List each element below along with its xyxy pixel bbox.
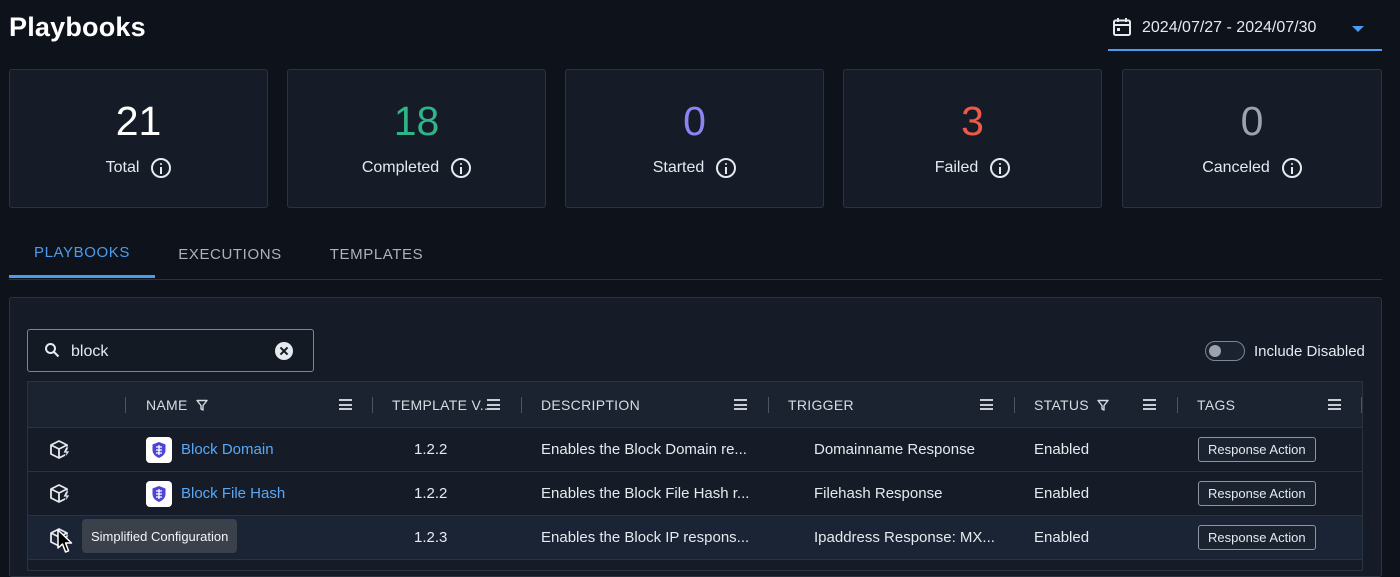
stat-value-started: 0 xyxy=(683,98,706,144)
status-cell: Enabled xyxy=(1034,485,1090,502)
search-box xyxy=(27,329,314,372)
shield-logo-icon xyxy=(146,436,172,463)
column-header-template-version[interactable]: TEMPLATE V... xyxy=(392,382,492,427)
tab-bar: PLAYBOOKS EXECUTIONS TEMPLATES xyxy=(9,230,1382,280)
filter-icon[interactable] xyxy=(195,399,208,411)
tooltip: Simplified Configuration xyxy=(82,519,238,553)
template-version-cell: 1.2.3 xyxy=(414,529,448,546)
column-title: NAME xyxy=(146,396,188,413)
tab-playbooks[interactable]: PLAYBOOKS xyxy=(9,230,155,278)
simplified-config-cell[interactable] xyxy=(48,472,72,515)
stat-label-failed: Failed xyxy=(934,159,979,176)
tags-cell: Response Action xyxy=(1198,428,1316,471)
cube-bolt-icon[interactable] xyxy=(48,482,72,506)
column-header-tags[interactable]: TAGS xyxy=(1197,382,1235,427)
stat-card-canceled: 0 Canceled xyxy=(1122,69,1382,208)
table-header: NAME TEMPLATE V... DESCRIPTION TRIGGER S… xyxy=(28,382,1362,428)
column-separator xyxy=(1177,397,1178,413)
column-header-description[interactable]: DESCRIPTION xyxy=(541,382,640,427)
toggle-switch[interactable] xyxy=(1205,341,1245,361)
page-title: Playbooks xyxy=(9,12,146,42)
tab-templates[interactable]: TEMPLATES xyxy=(321,230,432,278)
table-row[interactable]: Block File Hash 1.2.2 Enables the Block … xyxy=(28,472,1362,516)
info-icon[interactable] xyxy=(990,158,1011,178)
stat-label-completed: Completed xyxy=(361,159,440,176)
playbook-name-link[interactable]: Block File Hash xyxy=(181,485,285,502)
stat-card-completed: 18 Completed xyxy=(287,69,546,208)
column-title: TEMPLATE V... xyxy=(392,396,493,413)
info-icon[interactable] xyxy=(1281,158,1302,178)
trigger-cell: Domainname Response xyxy=(814,441,975,458)
search-icon xyxy=(45,343,60,358)
status-cell: Enabled xyxy=(1034,441,1090,458)
column-menu-icon[interactable] xyxy=(1328,399,1341,410)
date-range-picker[interactable]: 2024/07/27 - 2024/07/30 xyxy=(1108,12,1382,51)
column-title: TRIGGER xyxy=(788,396,854,413)
tag-badge[interactable]: Response Action xyxy=(1198,525,1316,550)
stat-card-total: 21 Total xyxy=(9,69,268,208)
column-separator xyxy=(372,397,373,413)
stat-value-canceled: 0 xyxy=(1240,98,1264,144)
column-separator xyxy=(1014,397,1015,413)
column-menu-icon[interactable] xyxy=(980,399,993,410)
column-title: TAGS xyxy=(1197,396,1236,413)
column-separator xyxy=(521,397,522,413)
simplified-config-cell[interactable] xyxy=(48,428,72,471)
column-menu-icon[interactable] xyxy=(1143,399,1156,410)
name-cell: Block Domain xyxy=(146,428,274,471)
column-header-name[interactable]: NAME xyxy=(146,382,208,427)
filter-icon[interactable] xyxy=(1097,399,1109,411)
column-title: DESCRIPTION xyxy=(541,396,640,413)
description-cell: Enables the Block File Hash r... xyxy=(541,485,750,502)
column-title: STATUS xyxy=(1034,396,1089,413)
tags-cell: Response Action xyxy=(1198,516,1316,559)
description-cell: Enables the Block IP respons... xyxy=(541,529,750,546)
stat-value-completed: 18 xyxy=(393,98,440,144)
toggle-label: Include Disabled xyxy=(1254,342,1365,360)
column-header-trigger[interactable]: TRIGGER xyxy=(788,382,854,427)
chevron-down-icon[interactable] xyxy=(1352,26,1364,32)
playbook-name-link[interactable]: Block Domain xyxy=(181,441,274,458)
template-version-cell: 1.2.2 xyxy=(414,485,448,502)
info-icon[interactable] xyxy=(716,158,737,178)
stat-label-started: Started xyxy=(652,159,705,176)
cube-bolt-icon[interactable] xyxy=(48,438,72,462)
name-cell: Block File Hash xyxy=(146,472,285,515)
tags-cell: Response Action xyxy=(1198,472,1316,515)
stat-label-canceled: Canceled xyxy=(1202,159,1270,176)
search-input[interactable] xyxy=(69,340,273,364)
calendar-icon xyxy=(1113,18,1131,36)
date-range-text: 2024/07/27 - 2024/07/30 xyxy=(1142,19,1317,36)
column-separator xyxy=(125,397,126,413)
shield-logo-icon xyxy=(146,480,172,507)
include-disabled-toggle: Include Disabled xyxy=(1205,341,1365,361)
tag-badge[interactable]: Response Action xyxy=(1198,437,1316,462)
stat-value-total: 21 xyxy=(115,98,162,144)
column-header-status[interactable]: STATUS xyxy=(1034,382,1109,427)
column-separator xyxy=(1361,397,1362,413)
column-menu-icon[interactable] xyxy=(734,399,747,410)
tag-badge[interactable]: Response Action xyxy=(1198,481,1316,506)
stat-value-failed: 3 xyxy=(961,98,984,144)
description-cell: Enables the Block Domain re... xyxy=(541,441,747,458)
column-menu-icon[interactable] xyxy=(487,399,500,410)
template-version-cell: 1.2.2 xyxy=(414,441,448,458)
stat-label-total: Total xyxy=(105,159,140,176)
stat-card-failed: 3 Failed xyxy=(843,69,1102,208)
trigger-cell: Filehash Response xyxy=(814,485,943,502)
stat-card-started: 0 Started xyxy=(565,69,824,208)
status-cell: Enabled xyxy=(1034,529,1090,546)
column-separator xyxy=(768,397,769,413)
info-icon[interactable] xyxy=(151,158,172,178)
trigger-cell: Ipaddress Response: MX... xyxy=(814,529,995,546)
column-menu-icon[interactable] xyxy=(339,399,352,410)
mouse-cursor-icon xyxy=(57,529,73,553)
tab-executions[interactable]: EXECUTIONS xyxy=(169,230,291,278)
info-icon[interactable] xyxy=(451,158,472,178)
clear-icon[interactable] xyxy=(275,342,293,360)
table-row[interactable]: Block Domain 1.2.2 Enables the Block Dom… xyxy=(28,428,1362,472)
